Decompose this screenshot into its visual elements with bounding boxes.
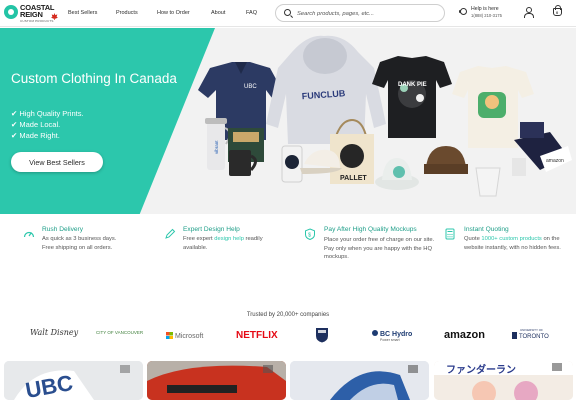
tumbler-text: vibrant (214, 140, 219, 154)
gift-box: amazon (512, 122, 572, 176)
svg-text:$: $ (308, 233, 311, 239)
feature-desc-line: As quick as 3 business days. (42, 236, 117, 242)
tile-anime-print-image: ファンダーラン (434, 361, 573, 400)
speedometer-icon (23, 231, 35, 238)
hero-point: ✔ High Quality Prints. (11, 109, 84, 118)
cart-icon[interactable]: 0 (553, 5, 562, 16)
wine-tumbler (475, 167, 501, 197)
beanie (424, 146, 468, 174)
nav-how-to-order[interactable]: How to Order (157, 10, 190, 16)
nav-about[interactable]: About (211, 10, 225, 16)
uoft-label: TORONTO (518, 334, 549, 340)
cart-count: 0 (556, 10, 559, 15)
tshirt-text: DANK PIE (398, 82, 427, 88)
pencil-icon (165, 228, 176, 239)
box-text: amazon (546, 158, 564, 164)
tile-blue-print[interactable] (290, 361, 429, 400)
city-of-vancouver-logo-icon: CITY OF VANCOUVER (96, 330, 144, 335)
tile-red-car[interactable] (147, 361, 286, 400)
logo-mark-icon (4, 5, 18, 19)
view-best-sellers-button[interactable]: View Best Sellers (11, 152, 103, 172)
feature-desc-text: Free expert (183, 236, 215, 242)
help-title[interactable]: Help is here (471, 6, 499, 12)
hero-point: ✔ Made Local. (11, 120, 61, 130)
account-icon[interactable] (523, 7, 534, 18)
feature-title: Rush Delivery (42, 226, 84, 233)
feature-title: Pay After High Quality Mockups (324, 226, 417, 233)
tile-blue-print-image (290, 361, 429, 400)
feature-title: Expert Design Help (183, 226, 240, 233)
shield-dollar-icon: $ (305, 228, 315, 240)
bucket-hat (375, 158, 419, 190)
tote-text: PALLET (340, 175, 367, 182)
feature-desc: As quick as 3 business days. Free shippi… (42, 235, 152, 252)
brand-tagline: CUSTOM PRODUCTS (20, 18, 54, 23)
bc-hydro-logo-icon: BC Hydro Power smart (372, 330, 412, 342)
hero-title: Custom Clothing In Canada (11, 71, 177, 86)
design-help-link[interactable]: design help (214, 236, 244, 242)
feature-design-help: Expert Design Help Free expert design he… (183, 226, 288, 252)
calculator-icon (445, 228, 455, 240)
help-phone[interactable]: 1(888) 210-3175 (471, 13, 502, 18)
microsoft-label: Microsoft (174, 333, 204, 340)
hero-point: ✔ Made Right. (11, 131, 60, 141)
client-logos: Walt Disney CITY OF VANCOUVER Microsoft … (0, 324, 576, 350)
feature-rush-delivery: Rush Delivery As quick as 3 business day… (42, 226, 152, 252)
feature-pay-after-mockups: Pay After High Quality Mockups Place you… (324, 226, 439, 262)
ubc-crest-icon (316, 328, 328, 343)
bc-hydro-label: BC Hydro (379, 331, 413, 338)
feature-title: Instant Quoting (464, 226, 509, 233)
netflix-logo-icon: NETFLIX (236, 330, 278, 341)
tile-ubc-shirt[interactable]: UBC (4, 361, 143, 400)
nav-products[interactable]: Products (116, 10, 138, 16)
hero-points: ✔ High Quality Prints. ✔ Made Local. ✔ M… (11, 108, 84, 142)
bc-hydro-sub: Power smart (380, 338, 400, 342)
custom-products-link[interactable]: 1000+ custom products (481, 236, 541, 242)
tile-red-car-image (147, 361, 286, 400)
white-mug (281, 145, 303, 183)
feature-desc-line: Free shipping on all orders. (42, 244, 113, 251)
site-header: COASTAL REIGN CUSTOM PRODUCTS Best Selle… (0, 0, 576, 27)
u-of-t-logo-icon: UNIVERSITY OF TORONTO (512, 328, 549, 340)
feature-desc: Free expert design help readily availabl… (183, 235, 288, 252)
feature-desc: Quote 1000+ custom products on the websi… (464, 235, 564, 252)
nav-best-sellers[interactable]: Best Sellers (68, 10, 97, 16)
tile-anime-print[interactable]: ファンダーラン (434, 361, 573, 400)
microsoft-logo-icon: Microsoft (166, 332, 203, 340)
uoft-sub: UNIVERSITY OF (520, 328, 543, 332)
headset-icon (459, 8, 467, 15)
trusted-by-text: Trusted by 20,000+ companies (246, 312, 330, 318)
hoodie: FUNCLUB (266, 35, 386, 144)
tile-ubc-shirt-image: UBC (4, 361, 143, 400)
search-bar[interactable] (275, 4, 445, 22)
polo-text: UBC (244, 84, 257, 90)
feature-desc: Place your order free of charge on our s… (324, 237, 435, 261)
search-input[interactable] (297, 8, 437, 19)
hero-banner: UBC FUNCLUB DANK PIE amazon vibrant PALL… (0, 28, 576, 214)
feature-desc-text: Quote (464, 236, 482, 242)
amazon-logo-icon: amazon (444, 329, 485, 341)
tile-anime-text: ファンダーラン (446, 363, 516, 376)
black-tshirt: DANK PIE (372, 56, 452, 138)
brand-logo[interactable]: COASTAL REIGN CUSTOM PRODUCTS (4, 3, 62, 23)
feature-instant-quoting: Instant Quoting Quote 1000+ custom produ… (464, 226, 564, 252)
search-icon[interactable] (284, 9, 291, 16)
disney-logo-icon: Walt Disney (30, 328, 79, 337)
nav-faq[interactable]: FAQ (246, 10, 257, 16)
